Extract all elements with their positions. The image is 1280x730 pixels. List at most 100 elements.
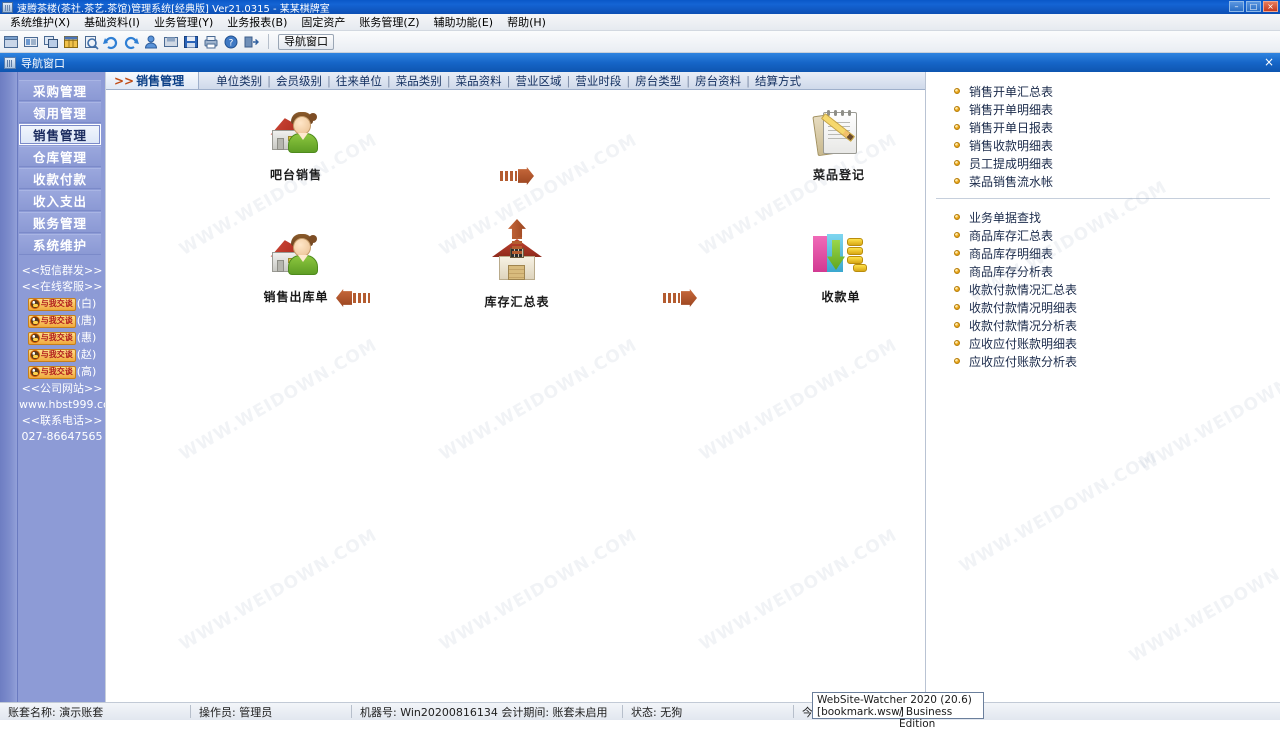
watermark: WWW.WEIDOWN.COM	[696, 335, 901, 465]
link-dish-category[interactable]: 菜品类别	[391, 73, 447, 89]
report-link[interactable]: 销售开单汇总表	[954, 82, 1280, 100]
report-link[interactable]: 收款付款情况汇总表	[954, 280, 1280, 298]
flow-node-sales-outbound[interactable]: 销售出库单	[241, 232, 351, 305]
report-link[interactable]: 商品库存分析表	[954, 262, 1280, 280]
save-icon[interactable]	[183, 34, 199, 50]
qq-chat-label: 与我交谈	[41, 364, 73, 380]
tab-sales-management[interactable]: >> 销售管理	[106, 72, 199, 89]
report-link[interactable]: 商品库存汇总表	[954, 226, 1280, 244]
nav-window-close-icon[interactable]: ×	[1264, 55, 1274, 69]
menu-item-help[interactable]: 帮助(H)	[500, 13, 553, 31]
grid-icon[interactable]	[63, 34, 79, 50]
menu-item-accounting[interactable]: 账务管理(Z)	[352, 13, 426, 31]
link-settlement-type[interactable]: 结算方式	[750, 73, 806, 89]
flow-node-dish-registration[interactable]: 菜品登记	[784, 110, 894, 183]
copy-window-icon[interactable]	[43, 34, 59, 50]
svg-text:?: ?	[229, 38, 234, 48]
qq-chat-button[interactable]: 与我交谈	[28, 332, 76, 345]
refresh-icon[interactable]	[103, 34, 119, 50]
qq-chat-button[interactable]: 与我交谈	[28, 349, 76, 362]
report-link[interactable]: 收款付款情况明细表	[954, 298, 1280, 316]
list-icon[interactable]	[23, 34, 39, 50]
online-service-link[interactable]: <<在线客服>>	[19, 279, 105, 295]
report-label: 销售开单日报表	[969, 119, 1053, 136]
exit-icon[interactable]	[243, 34, 259, 50]
watermark: WWW.WEIDOWN.COM	[696, 525, 901, 655]
flow-node-label: 库存汇总表	[462, 293, 572, 310]
user-icon[interactable]	[143, 34, 159, 50]
sidebar-item-warehouse[interactable]: 仓库管理	[19, 146, 101, 167]
sidebar-item-sales[interactable]: 销售管理	[19, 124, 101, 145]
report-link[interactable]: 商品库存明细表	[954, 244, 1280, 262]
menu-item-system[interactable]: 系统维护(X)	[3, 13, 77, 31]
report-link[interactable]: 销售开单明细表	[954, 100, 1280, 118]
flow-node-bar-sales[interactable]: 吧台销售	[241, 110, 351, 183]
qq-chat-button[interactable]: 与我交谈	[28, 366, 76, 379]
contact-phone-link[interactable]: <<联系电话>>	[19, 413, 105, 429]
menu-item-assets[interactable]: 固定资产	[294, 13, 352, 31]
report-link[interactable]: 菜品销售流水帐	[954, 172, 1280, 190]
watermark: WWW.WEIDOWN.COM	[436, 335, 641, 465]
nav-window-header: 导航窗口 ×	[0, 53, 1280, 72]
refresh-alt-icon[interactable]	[123, 34, 139, 50]
menu-item-basedata[interactable]: 基础资料(I)	[77, 13, 147, 31]
bullet-icon	[954, 358, 960, 364]
company-website-url[interactable]: www.hbst999.com	[19, 397, 105, 413]
link-unit-category[interactable]: 单位类别	[211, 73, 267, 89]
qq-chat-row[interactable]: 与我交谈 (惠)	[19, 330, 105, 346]
sidebar-item-payments[interactable]: 收款付款	[19, 168, 101, 189]
report-link[interactable]: 业务单据查找	[954, 208, 1280, 226]
company-website-link[interactable]: <<公司网站>>	[19, 381, 105, 397]
toolbar: ? 导航窗口	[0, 31, 1280, 53]
qq-chat-button[interactable]: 与我交谈	[28, 315, 76, 328]
qq-chat-label: 与我交谈	[41, 347, 73, 363]
qq-chat-button[interactable]: 与我交谈	[28, 298, 76, 311]
window-icon[interactable]	[3, 34, 19, 50]
sidebar-item-income-expense[interactable]: 收入支出	[19, 190, 101, 211]
watermark: WWW.WEIDOWN.COM	[176, 525, 381, 655]
link-member-level[interactable]: 会员级别	[271, 73, 327, 89]
flow-arrow-right	[663, 289, 697, 307]
qq-chat-row[interactable]: 与我交谈 (白)	[19, 296, 105, 312]
nav-window-button[interactable]: 导航窗口	[278, 34, 334, 50]
sidebar-item-system[interactable]: 系统维护	[19, 234, 101, 255]
save-as-icon[interactable]	[163, 34, 179, 50]
print-icon[interactable]	[203, 34, 219, 50]
menu-item-reports[interactable]: 业务报表(B)	[220, 13, 294, 31]
menu-item-tools[interactable]: 辅助功能(E)	[427, 13, 501, 31]
report-link[interactable]: 应收应付账款分析表	[954, 352, 1280, 370]
menu-item-business[interactable]: 业务管理(Y)	[147, 13, 220, 31]
link-business-area[interactable]: 营业区域	[511, 73, 567, 89]
link-room-type[interactable]: 房台类型	[630, 73, 686, 89]
bullet-icon	[954, 250, 960, 256]
sms-broadcast-link[interactable]: <<短信群发>>	[19, 263, 105, 279]
qq-penguin-icon	[30, 333, 40, 343]
statusbar: 账套名称: 演示账套 操作员: 管理员 机器号: Win20200816134 …	[0, 702, 1280, 720]
report-link[interactable]: 应收应付账款明细表	[954, 334, 1280, 352]
qq-chat-row[interactable]: 与我交谈 (赵)	[19, 347, 105, 363]
report-link[interactable]: 销售开单日报表	[954, 118, 1280, 136]
qq-penguin-icon	[30, 299, 40, 309]
help-icon[interactable]: ?	[223, 34, 239, 50]
sidebar-item-purchase[interactable]: 采购管理	[19, 80, 101, 101]
maximize-button[interactable]: □	[1246, 1, 1261, 12]
sidebar-item-requisition[interactable]: 领用管理	[19, 102, 101, 123]
sidebar-item-accounting[interactable]: 账务管理	[19, 212, 101, 233]
report-link[interactable]: 销售收款明细表	[954, 136, 1280, 154]
link-business-hours[interactable]: 营业时段	[570, 73, 626, 89]
report-link[interactable]: 收款付款情况分析表	[954, 316, 1280, 334]
minimize-button[interactable]: –	[1229, 1, 1244, 12]
close-button[interactable]: ×	[1263, 1, 1278, 12]
report-label: 员工提成明细表	[969, 155, 1053, 172]
print-preview-icon[interactable]	[83, 34, 99, 50]
report-label: 业务单据查找	[969, 209, 1041, 226]
qq-chat-row[interactable]: 与我交谈 (唐)	[19, 313, 105, 329]
flow-node-receipt[interactable]: 收款单	[786, 232, 896, 305]
link-dish-data[interactable]: 菜品资料	[451, 73, 507, 89]
link-partner-unit[interactable]: 往来单位	[331, 73, 387, 89]
link-room-data[interactable]: 房台资料	[690, 73, 746, 89]
qq-chat-row[interactable]: 与我交谈 (高)	[19, 364, 105, 380]
tooltip-edition: / Business Edition	[899, 706, 979, 730]
report-link[interactable]: 员工提成明细表	[954, 154, 1280, 172]
panel-divider	[936, 198, 1270, 199]
